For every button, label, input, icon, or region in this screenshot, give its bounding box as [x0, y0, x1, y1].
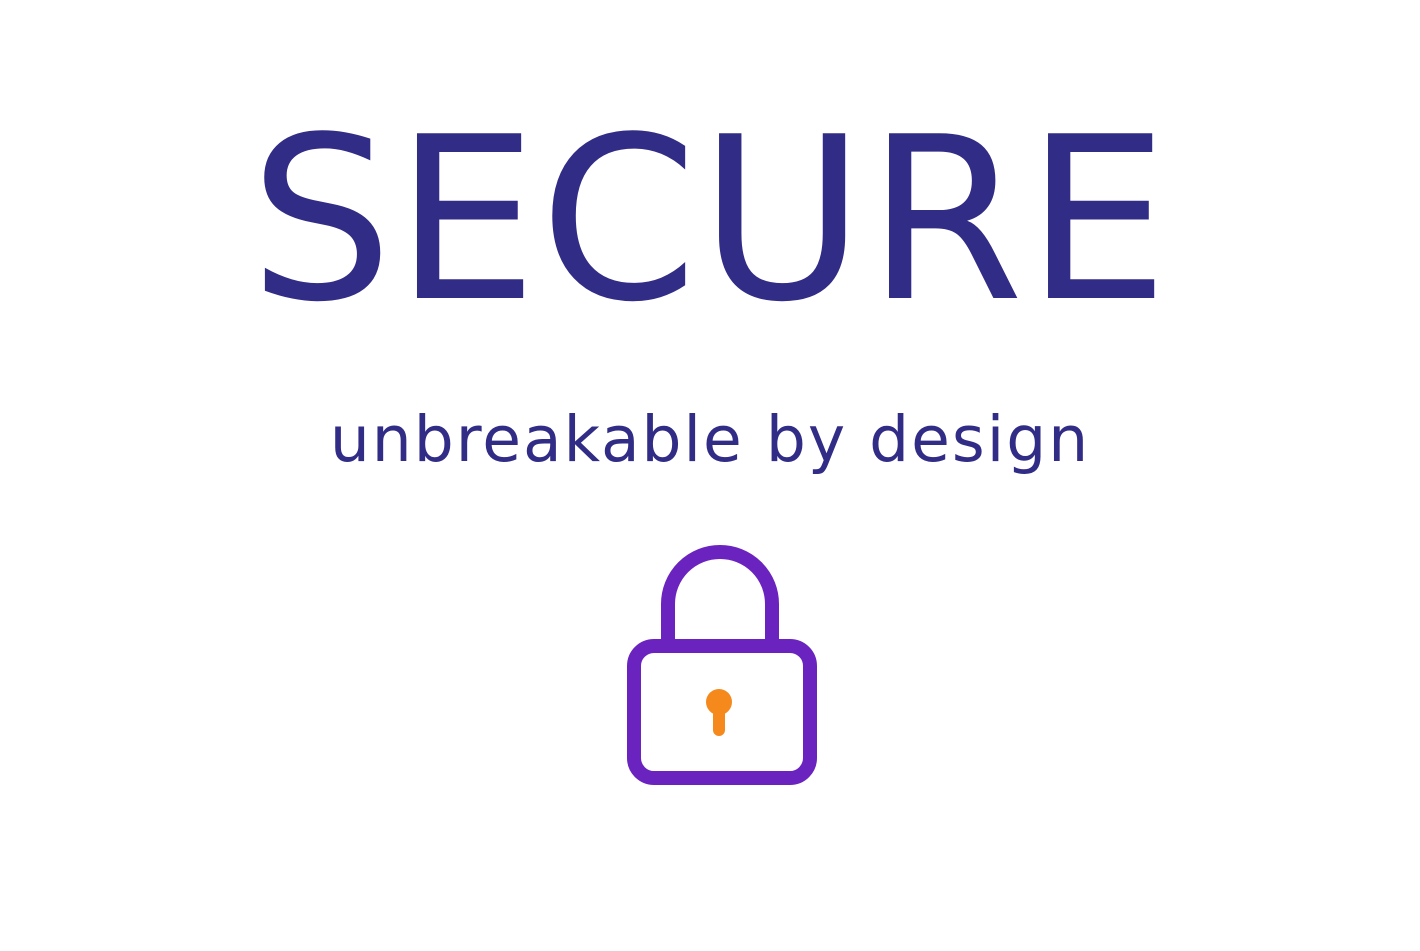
headline: SECURE [249, 89, 1171, 352]
padlock-shackle [661, 545, 779, 646]
padlock-icon [620, 540, 820, 790]
hero-graphic: SECURE unbreakable by design [0, 0, 1420, 951]
keyhole-slot [713, 704, 725, 736]
tagline: unbreakable by design [329, 403, 1091, 476]
